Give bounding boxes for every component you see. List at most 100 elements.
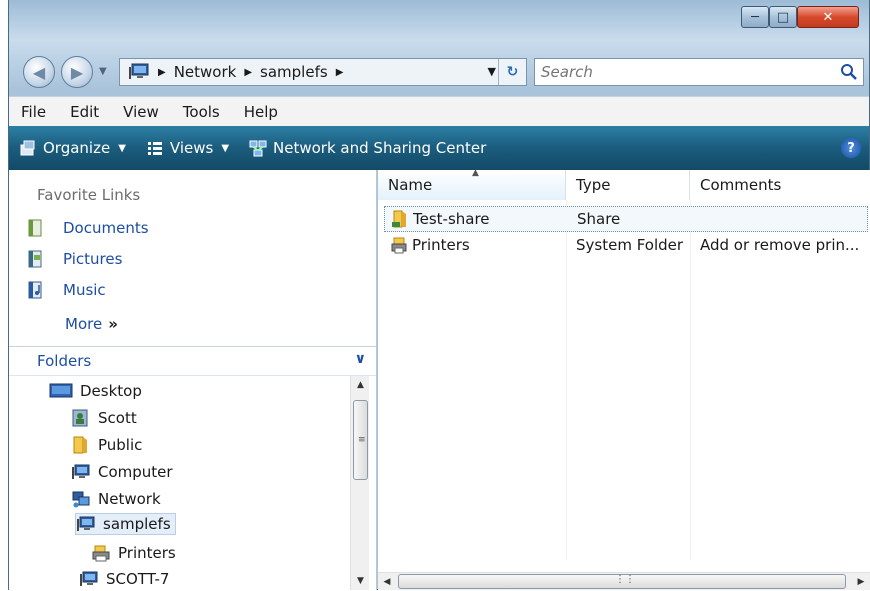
file-type: Share xyxy=(577,210,621,228)
documents-icon xyxy=(28,219,42,237)
tree-item-scott[interactable]: Scott xyxy=(71,407,137,429)
explorer-window: ─ □ ✕ ◀ ▶ ▼ ▶ Network ▶ samplefs ▶ ▼ ↻ S… xyxy=(8,0,870,590)
title-bar: ─ □ ✕ xyxy=(9,0,869,46)
scrollbar-thumb[interactable]: ⋮⋮ xyxy=(398,574,846,589)
column-header-name[interactable]: ▲ Name xyxy=(378,168,566,200)
network-icon xyxy=(72,491,90,508)
breadcrumb: ▶ Network ▶ samplefs ▶ xyxy=(150,63,351,81)
tree-item-label: Desktop xyxy=(80,382,142,400)
menu-file[interactable]: File xyxy=(9,103,58,121)
tree-item-label: Scott xyxy=(98,409,137,427)
favorite-link-documents[interactable]: Documents xyxy=(27,218,149,238)
tree-item-label: SCOTT-7 xyxy=(106,570,170,588)
tree-item-desktop[interactable]: Desktop xyxy=(49,380,142,402)
tree-item-label: Printers xyxy=(118,544,176,562)
views-button[interactable]: Views ▼ xyxy=(146,139,239,157)
navigation-bar: ◀ ▶ ▼ ▶ Network ▶ samplefs ▶ ▼ ↻ xyxy=(9,52,869,90)
shared-folder-icon xyxy=(392,210,406,228)
desktop-icon xyxy=(49,383,73,398)
favorite-link-pictures[interactable]: Pictures xyxy=(27,249,122,269)
breadcrumb-network[interactable]: Network xyxy=(174,63,237,81)
favorite-link-label: Documents xyxy=(63,219,149,237)
breadcrumb-separator-icon[interactable]: ▶ xyxy=(158,67,166,78)
sort-ascending-icon: ▲ xyxy=(472,168,479,178)
scroll-down-arrow-icon[interactable]: ▼ xyxy=(351,572,370,590)
network-computer-icon xyxy=(77,516,95,531)
menu-view[interactable]: View xyxy=(111,103,171,121)
tree-item-computer[interactable]: Computer xyxy=(71,461,173,483)
address-dropdown-icon[interactable]: ▼ xyxy=(488,65,496,78)
tree-item-public[interactable]: Public xyxy=(71,434,142,456)
menu-bar: File Edit View Tools Help xyxy=(9,96,869,126)
tree-item-network[interactable]: Network xyxy=(71,488,161,510)
folders-heading: Folders xyxy=(37,352,92,370)
breadcrumb-samplefs[interactable]: samplefs xyxy=(260,63,328,81)
breadcrumb-separator-icon[interactable]: ▶ xyxy=(244,67,252,78)
file-row[interactable]: Test-share Share xyxy=(384,206,868,232)
file-list-pane: ▲ Name Type Comments Test-share Share Pr… xyxy=(378,168,870,590)
scrollbar-thumb[interactable]: ≡ xyxy=(353,400,368,480)
file-name: Printers xyxy=(412,236,470,254)
file-type: System Folder xyxy=(576,236,684,254)
network-sharing-center-button[interactable]: Network and Sharing Center xyxy=(249,139,486,157)
column-header-type[interactable]: Type xyxy=(566,170,690,200)
forward-arrow-icon: ▶ xyxy=(70,62,84,82)
printer-folder-icon xyxy=(92,545,110,562)
scroll-right-arrow-icon[interactable]: ▶ xyxy=(852,573,870,591)
folders-header[interactable]: Folders ∨ xyxy=(9,346,376,376)
back-button[interactable]: ◀ xyxy=(23,56,55,88)
column-header-label: Comments xyxy=(700,176,782,194)
close-button[interactable]: ✕ xyxy=(797,6,859,28)
menu-edit[interactable]: Edit xyxy=(58,103,111,121)
minimize-icon: ─ xyxy=(751,9,759,25)
folder-tree-scrollbar[interactable]: ▲ ≡ ▼ xyxy=(350,376,369,590)
music-icon xyxy=(28,281,42,299)
chevron-down-icon: ▼ xyxy=(118,142,126,154)
recent-pages-dropdown[interactable]: ▼ xyxy=(99,66,107,77)
favorite-link-label: Pictures xyxy=(63,250,123,268)
column-header-label: Type xyxy=(576,176,611,194)
menu-help[interactable]: Help xyxy=(232,103,290,121)
computer-icon xyxy=(72,464,90,479)
favorite-link-music[interactable]: Music xyxy=(27,280,106,300)
network-computer-icon xyxy=(80,571,98,586)
search-box xyxy=(534,58,864,86)
network-computer-icon xyxy=(129,63,149,79)
column-header-comments[interactable]: Comments xyxy=(690,170,870,200)
grip-icon: ≡ xyxy=(358,435,366,445)
minimize-button[interactable]: ─ xyxy=(741,6,769,28)
breadcrumb-separator-icon[interactable]: ▶ xyxy=(336,67,344,78)
more-label: More xyxy=(65,315,103,333)
printer-folder-icon xyxy=(391,237,407,254)
views-label: Views xyxy=(169,139,214,157)
column-header-label: Name xyxy=(388,176,433,194)
file-name-cell: Test-share xyxy=(391,210,490,228)
organize-label: Organize xyxy=(43,139,111,157)
maximize-button[interactable]: □ xyxy=(769,6,797,28)
file-list-horizontal-scrollbar[interactable]: ◀ ⋮⋮ ▶ xyxy=(378,572,870,590)
favorite-links-heading: Favorite Links xyxy=(37,186,141,204)
organize-button[interactable]: Organize ▼ xyxy=(19,139,136,157)
file-name-cell: Printers xyxy=(390,236,470,254)
tree-item-scott-7[interactable]: SCOTT-7 xyxy=(79,568,169,590)
back-arrow-icon: ◀ xyxy=(32,62,46,82)
address-bar[interactable]: ▶ Network ▶ samplefs ▶ ▼ ↻ xyxy=(119,58,527,86)
search-input[interactable] xyxy=(535,59,815,85)
refresh-button[interactable]: ↻ xyxy=(498,59,526,85)
menu-tools[interactable]: Tools xyxy=(171,103,232,121)
tree-item-samplefs[interactable]: samplefs xyxy=(75,513,176,535)
more-favorites-link[interactable]: More » xyxy=(65,315,118,333)
file-row[interactable]: Printers System Folder Add or remove pri… xyxy=(384,233,868,259)
search-icon[interactable] xyxy=(839,62,859,82)
user-folder-icon xyxy=(72,409,88,427)
chevron-down-icon: ▼ xyxy=(221,142,230,154)
favorite-link-label: Music xyxy=(63,281,106,299)
chevron-down-icon[interactable]: ∨ xyxy=(355,351,366,367)
forward-button[interactable]: ▶ xyxy=(61,56,93,88)
scroll-up-arrow-icon[interactable]: ▲ xyxy=(351,376,370,394)
tree-item-printers[interactable]: Printers xyxy=(91,542,176,564)
tree-item-label: Computer xyxy=(98,463,173,481)
scroll-left-arrow-icon[interactable]: ◀ xyxy=(378,573,396,591)
folder-tree: Desktop Scott Public Computer Network sa… xyxy=(9,376,349,590)
help-icon[interactable]: ? xyxy=(841,138,861,158)
